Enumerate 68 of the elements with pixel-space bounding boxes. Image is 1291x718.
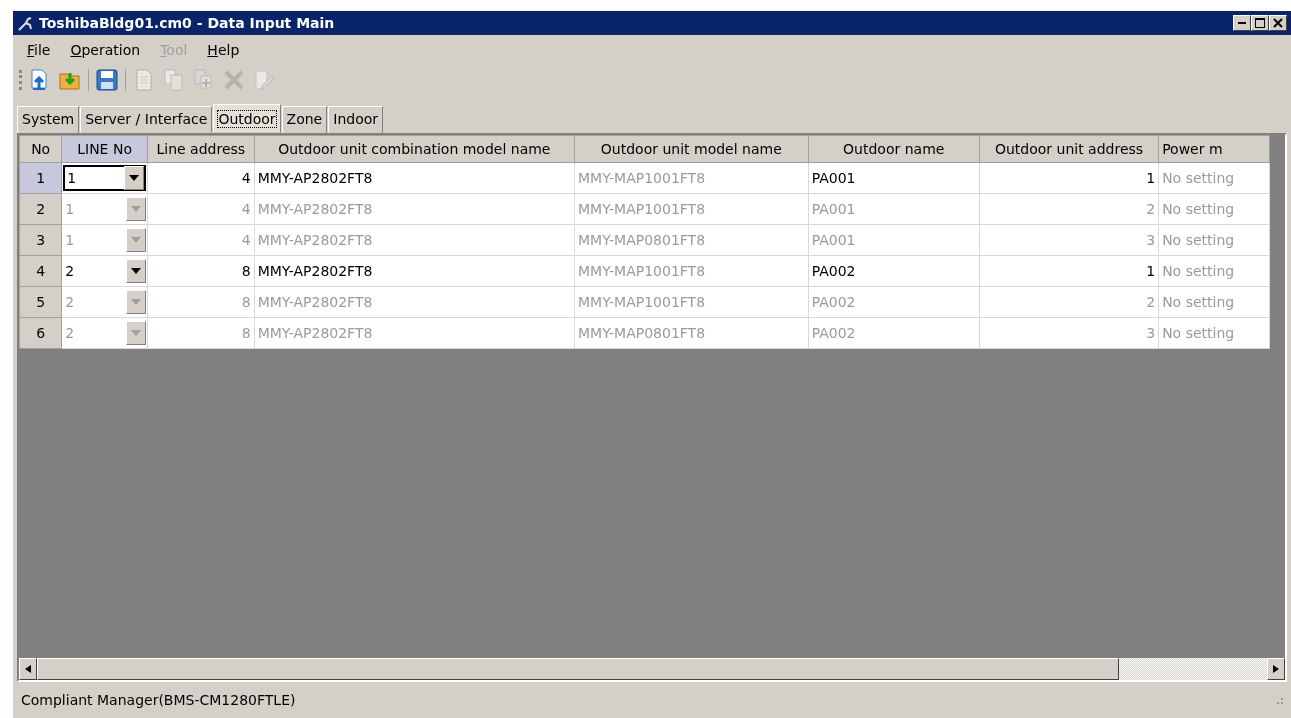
table-cell: No setting — [1158, 224, 1270, 256]
table-cell: MMY-MAP0801FT8 — [574, 317, 809, 349]
table-cell: MMY-MAP1001FT8 — [574, 162, 809, 194]
table-cell: 2 — [979, 193, 1159, 225]
table-cell: 3 — [979, 317, 1159, 349]
status-text: Compliant Manager(BMS-CM1280FTLE) — [21, 690, 296, 710]
column-header[interactable]: Power m — [1158, 135, 1270, 163]
table-cell: PA002 — [808, 286, 980, 318]
table-cell: PA001 — [808, 193, 980, 225]
row-header[interactable]: 4 — [19, 255, 62, 287]
close-button[interactable] — [1269, 15, 1287, 31]
maximize-icon — [1255, 18, 1265, 28]
table-cell: MMY-MAP0801FT8 — [574, 224, 809, 256]
table-cell: MMY-AP2802FT8 — [254, 317, 575, 349]
menu-item[interactable]: File — [17, 39, 61, 61]
table-cell: PA001 — [808, 224, 980, 256]
table-cell: PA002 — [808, 255, 980, 287]
table-cell: MMY-AP2802FT8 — [254, 255, 575, 287]
table-cell: No setting — [1158, 317, 1270, 349]
table-cell: MMY-AP2802FT8 — [254, 224, 575, 256]
minimize-button[interactable] — [1233, 15, 1251, 31]
column-header[interactable]: Line address — [147, 135, 255, 163]
table-cell: 4 — [147, 162, 255, 194]
table-cell: 4 — [147, 193, 255, 225]
table-cell: MMY-MAP1001FT8 — [574, 255, 809, 287]
menu-item[interactable]: Help — [197, 39, 250, 61]
table-cell: MMY-MAP1001FT8 — [574, 286, 809, 318]
floppy-disk-icon[interactable] — [95, 68, 119, 92]
table-cell: PA001 — [808, 162, 980, 194]
scroll-left-icon[interactable] — [19, 658, 37, 680]
table-cell: No setting — [1158, 162, 1270, 194]
column-header[interactable]: Outdoor unit address — [979, 135, 1159, 163]
column-header[interactable]: LINE No — [61, 135, 148, 163]
column-header[interactable]: Outdoor unit combination model name — [254, 135, 575, 163]
close-icon — [1273, 18, 1283, 28]
column-header[interactable]: Outdoor name — [808, 135, 980, 163]
window-title: ToshibaBldg01.cm0 - Data Input Main — [39, 13, 335, 33]
table-cell: 2 — [979, 286, 1159, 318]
table-cell: 1 — [979, 162, 1159, 194]
table-cell: 8 — [147, 286, 255, 318]
tab[interactable]: System — [17, 106, 80, 133]
tab[interactable]: Indoor — [328, 106, 384, 133]
table-cell: 8 — [147, 317, 255, 349]
resize-grip-icon — [1275, 696, 1283, 704]
minimize-icon — [1238, 22, 1246, 24]
table-cell: 1 — [979, 255, 1159, 287]
tab[interactable]: Zone — [281, 106, 328, 133]
menu-item[interactable]: Operation — [60, 39, 151, 61]
table-cell: MMY-AP2802FT8 — [254, 286, 575, 318]
scroll-right-icon[interactable] — [1267, 658, 1285, 680]
table-cell: MMY-AP2802FT8 — [254, 162, 575, 194]
row-header[interactable]: 1 — [19, 162, 62, 194]
tab[interactable]: Outdoor — [213, 104, 281, 133]
maximize-button[interactable] — [1251, 15, 1269, 31]
toolbar-grip — [19, 70, 22, 90]
line-dropdown[interactable]: 1 — [63, 165, 146, 191]
tab[interactable]: Server / Interface — [80, 106, 213, 133]
table-cell: 8 — [147, 255, 255, 287]
column-header[interactable]: Outdoor unit model name — [574, 135, 809, 163]
table-cell: No setting — [1158, 286, 1270, 318]
table-cell: No setting — [1158, 193, 1270, 225]
table-cell: MMY-AP2802FT8 — [254, 193, 575, 225]
table-cell: No setting — [1158, 255, 1270, 287]
table-cell: 4 — [147, 224, 255, 256]
table-cell: PA002 — [808, 317, 980, 349]
column-header[interactable]: No — [19, 135, 62, 163]
table-cell: MMY-MAP1001FT8 — [574, 193, 809, 225]
table-cell: 3 — [979, 224, 1159, 256]
